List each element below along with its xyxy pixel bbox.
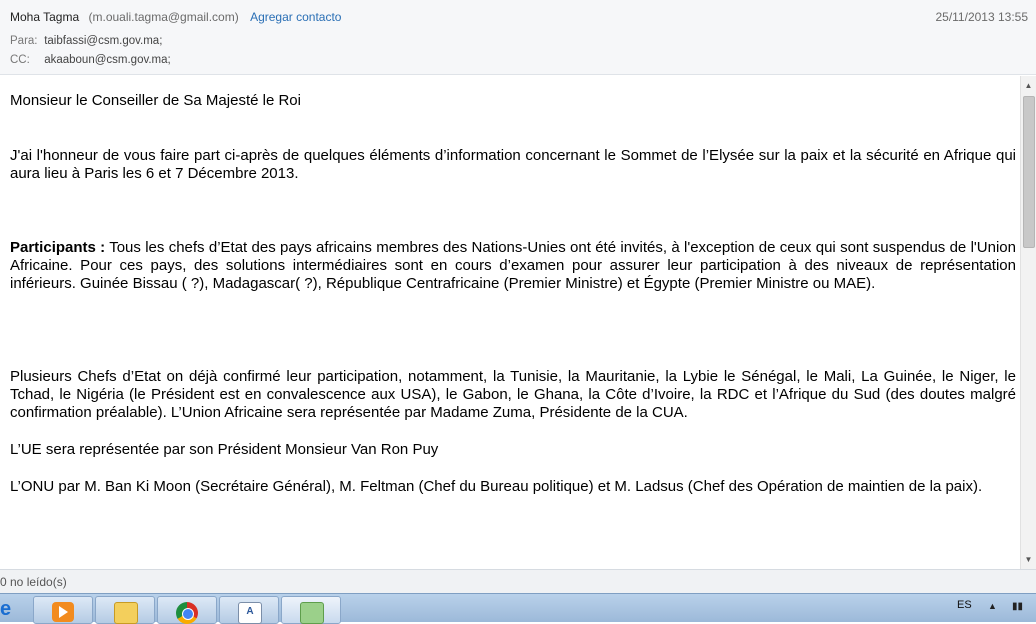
cc-label: CC: bbox=[10, 54, 30, 66]
email-body: Monsieur le Conseiller de Sa Majesté le … bbox=[0, 76, 1020, 569]
scroll-up-arrow-icon[interactable]: ▲ bbox=[1021, 78, 1036, 93]
scroll-down-arrow-icon[interactable]: ▼ bbox=[1021, 552, 1036, 567]
greeting-paragraph: Monsieur le Conseiller de Sa Majesté le … bbox=[10, 92, 301, 109]
network-icon[interactable]: ▮▮ bbox=[1012, 601, 1028, 613]
taskbar-mail-button[interactable] bbox=[281, 596, 341, 624]
sender-row: Moha Tagma (m.ouali.tagma@gmail.com) Agr… bbox=[10, 10, 341, 24]
tray-expand-icon[interactable]: ▲ bbox=[988, 601, 997, 611]
email-date: 25/11/2013 13:55 bbox=[935, 10, 1028, 24]
participants-paragraph: Participants : Tous les chefs d’Etat des… bbox=[10, 239, 1016, 293]
sender-email: (m.ouali.tagma@gmail.com) bbox=[88, 10, 239, 24]
participants-text: Tous les chefs d’Etat des pays africains… bbox=[10, 239, 1016, 292]
add-contact-link[interactable]: Agregar contacto bbox=[250, 10, 341, 24]
internet-explorer-icon[interactable]: e bbox=[0, 598, 14, 620]
cc-recipient[interactable]: akaaboun@csm.gov.ma; bbox=[44, 54, 171, 66]
to-label: Para: bbox=[10, 35, 38, 47]
language-indicator[interactable]: ES bbox=[957, 599, 972, 611]
taskbar: e A ES ▲ ▮▮ bbox=[0, 593, 1036, 624]
email-header: Moha Tagma (m.ouali.tagma@gmail.com) Agr… bbox=[0, 0, 1036, 75]
participants-label: Participants : bbox=[10, 239, 106, 256]
confirmed-paragraph: Plusieurs Chefs d’Etat on déjà confirmé … bbox=[10, 368, 1016, 421]
cc-row: CC: akaaboun@csm.gov.ma; bbox=[10, 54, 171, 66]
taskbar-media-player-button[interactable] bbox=[33, 596, 93, 624]
intro-paragraph: J'ai l'honneur de vous faire part ci-apr… bbox=[10, 147, 1016, 182]
sender-name: Moha Tagma bbox=[10, 10, 80, 24]
onu-paragraph: L’ONU par M. Ban Ki Moon (Secrétaire Gén… bbox=[10, 478, 983, 495]
taskbar-folder-button[interactable] bbox=[95, 596, 155, 624]
scrollbar-thumb[interactable] bbox=[1023, 96, 1035, 248]
media-player-icon bbox=[52, 602, 74, 622]
unread-count: 0 no leído(s) bbox=[0, 575, 67, 589]
taskbar-word-button[interactable]: A bbox=[219, 596, 279, 624]
to-recipient[interactable]: taibfassi@csm.gov.ma; bbox=[44, 35, 162, 47]
taskbar-chrome-button[interactable] bbox=[157, 596, 217, 624]
status-bar: 0 no leído(s) bbox=[0, 569, 1036, 594]
vertical-scrollbar[interactable]: ▲ ▼ bbox=[1020, 76, 1036, 569]
to-row: Para: taibfassi@csm.gov.ma; bbox=[10, 35, 162, 47]
ue-paragraph: L’UE sera représentée par son Président … bbox=[10, 441, 439, 458]
